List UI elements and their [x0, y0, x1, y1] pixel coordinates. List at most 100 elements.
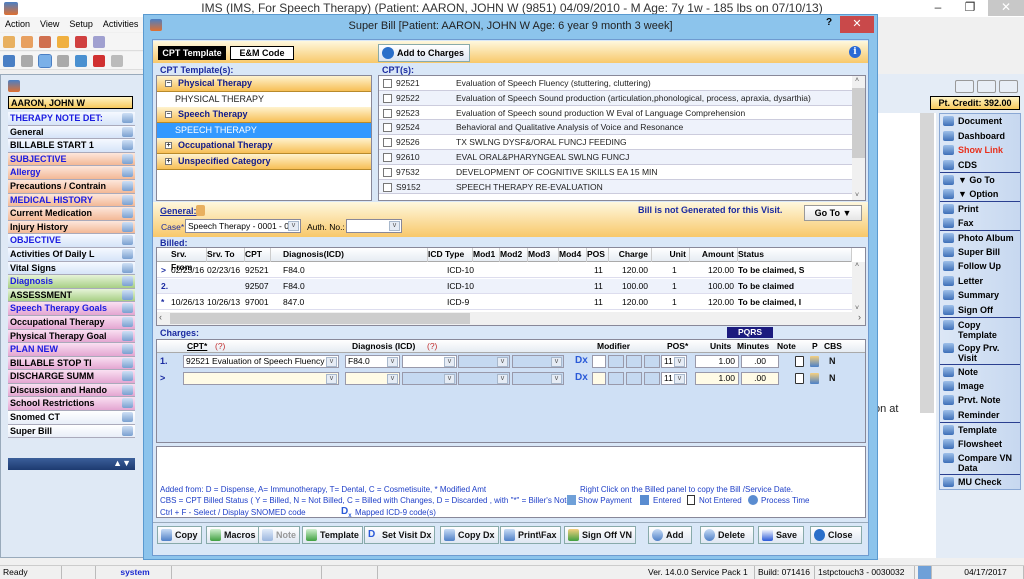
diagnosis-2-select[interactable]: v	[402, 372, 457, 385]
cpt-select[interactable]: v	[183, 372, 339, 385]
nav-item[interactable]: General	[8, 125, 135, 140]
right-menu-item[interactable]: Dashboard	[940, 129, 1020, 144]
nav-item[interactable]: DISCHARGE SUMM	[8, 370, 135, 384]
cpt-checkbox[interactable]	[383, 93, 392, 103]
billed-row[interactable]: >02/23/16 02/23/16 92521 F84.0 ICD-10 11 120.0…	[157, 263, 852, 278]
right-menu-item[interactable]: Note	[940, 364, 1020, 379]
note-icon[interactable]	[122, 316, 133, 327]
auth-no-select[interactable]: v	[346, 219, 402, 233]
chevron-down-icon[interactable]: v	[387, 374, 398, 384]
note-icon[interactable]	[122, 167, 133, 178]
delete-button[interactable]: Delete	[700, 526, 754, 544]
nav-item[interactable]: Allergy	[8, 166, 135, 180]
right-menu-item[interactable]: Copy Template	[940, 317, 1020, 341]
diagnosis-4-select[interactable]: v	[512, 372, 564, 385]
background-scrollbar[interactable]	[920, 113, 934, 413]
billed-column-header[interactable]: Charge	[609, 248, 652, 262]
menu-activities[interactable]: Activities	[98, 17, 144, 31]
cpt-checkbox[interactable]	[383, 138, 392, 148]
modifier-4-field[interactable]	[644, 355, 660, 368]
billed-column-header[interactable]: Mod3	[528, 248, 559, 262]
tab-em-code[interactable]: E&M Code	[230, 46, 294, 60]
modifier-3-field[interactable]	[626, 355, 642, 368]
modifier-4-field[interactable]	[644, 372, 660, 385]
nav-item[interactable]: Physical Therapy Goal	[8, 329, 135, 344]
nav-item[interactable]: School Restrictions	[8, 397, 135, 412]
right-menu-item[interactable]: Follow Up	[940, 259, 1020, 274]
nav-item[interactable]: OBJECTIVE	[8, 234, 135, 248]
note-icon[interactable]	[122, 398, 133, 409]
modifier-3-field[interactable]	[626, 372, 642, 385]
note-icon[interactable]	[795, 356, 804, 367]
note-icon[interactable]	[122, 140, 133, 151]
note-icon[interactable]	[122, 248, 133, 259]
nav-item[interactable]: Discussion and Hando	[8, 383, 135, 398]
nav-item[interactable]: THERAPY NOTE DET:	[8, 112, 135, 126]
minutes-stepper[interactable]: .00	[741, 355, 779, 368]
billed-column-header[interactable]: Diagnosis(ICD)	[271, 248, 428, 262]
note-icon[interactable]	[122, 303, 133, 314]
template-item[interactable]: SPEECH THERAPY	[157, 123, 371, 138]
note-icon[interactable]	[122, 153, 133, 164]
billed-column-header[interactable]: Mod1	[473, 248, 500, 262]
payment-icon[interactable]	[810, 356, 819, 367]
chevron-down-icon[interactable]: v	[551, 374, 562, 384]
chevron-down-icon[interactable]: v	[444, 357, 455, 367]
minimize-button[interactable]: –	[924, 0, 952, 16]
dx-help-link[interactable]: (?)	[427, 340, 437, 352]
right-menu-item[interactable]: Reminder	[940, 408, 1020, 423]
template-category[interactable]: + Unspecified Category	[157, 154, 371, 170]
right-menu-item[interactable]: MU Check	[940, 474, 1020, 489]
chevron-down-icon[interactable]: v	[288, 221, 299, 231]
scroll-right-icon[interactable]: ›	[858, 312, 861, 322]
template-category[interactable]: − Speech Therapy	[157, 107, 371, 123]
diagnosis-3-select[interactable]: v	[458, 355, 510, 368]
copy-dx-button[interactable]: Copy Dx	[440, 526, 499, 544]
nav-item[interactable]: MEDICAL HISTORY	[8, 193, 135, 208]
cpt-help-link[interactable]: (?)	[215, 340, 225, 352]
set-visit-dx-button[interactable]: D Set Visit Dx	[364, 526, 436, 544]
nav-item[interactable]: Injury History	[8, 220, 135, 235]
nav-item[interactable]: Vital Signs	[8, 261, 135, 276]
chevron-down-icon[interactable]: v	[387, 357, 398, 367]
user-icon[interactable]	[3, 36, 15, 48]
nav-item[interactable]: Diagnosis	[8, 275, 135, 289]
case-select[interactable]: Speech Therapy - 0001 - 0v	[185, 219, 301, 233]
pqrs-button[interactable]: PQRS	[727, 327, 773, 338]
note-icon[interactable]	[122, 221, 133, 232]
chevron-down-icon[interactable]: v	[497, 357, 508, 367]
diagnosis-2-select[interactable]: v	[402, 355, 457, 368]
panel-maximize-button[interactable]	[977, 80, 996, 93]
user-edit-icon[interactable]	[39, 36, 51, 48]
right-menu-item[interactable]: Letter	[940, 274, 1020, 289]
app-close-button[interactable]: ✕	[988, 0, 1024, 16]
right-menu-item[interactable]: Document	[940, 114, 1020, 129]
scroll-arrows-icon[interactable]: ▲▼	[113, 458, 131, 468]
billed-column-header[interactable]: Amount	[690, 248, 738, 262]
add-icon[interactable]	[21, 55, 33, 67]
cpt-scroll-thumb[interactable]	[852, 88, 865, 158]
menu-setup[interactable]: Setup	[64, 17, 98, 31]
modifier-2-field[interactable]	[608, 355, 624, 368]
cpt-checkbox[interactable]	[383, 79, 392, 88]
expand-icon[interactable]: +	[165, 158, 172, 166]
cpt-row[interactable]: 92521 Evaluation of Speech Fluency (stutt…	[379, 76, 852, 91]
billed-vertical-scrollbar[interactable]: ˄ ˅	[852, 262, 865, 312]
right-menu-item[interactable]: Sign Off	[940, 303, 1020, 318]
print-fax-button[interactable]: Print\Fax	[500, 526, 561, 544]
billed-column-header[interactable]: POS	[587, 248, 609, 262]
billed-scroll-thumb[interactable]	[170, 313, 470, 324]
note-edit-icon[interactable]	[38, 54, 52, 68]
note-icon[interactable]	[122, 425, 133, 436]
panel-close-button[interactable]	[999, 80, 1018, 93]
macros-button[interactable]: Macros	[206, 526, 260, 544]
note-icon[interactable]	[122, 113, 133, 123]
diagnosis-4-select[interactable]: v	[512, 355, 564, 368]
right-menu-item[interactable]: Fax	[940, 216, 1020, 231]
billed-row[interactable]: 2. 92507 F84.0 ICD-10 11 100.00 1 100.00 To be c…	[157, 279, 852, 294]
chevron-down-icon[interactable]: v	[551, 357, 562, 367]
menu-view[interactable]: View	[35, 17, 64, 31]
note-icon[interactable]	[122, 276, 133, 287]
nav-item[interactable]: Speech Therapy Goals	[8, 302, 135, 316]
remove-icon[interactable]	[57, 55, 69, 67]
